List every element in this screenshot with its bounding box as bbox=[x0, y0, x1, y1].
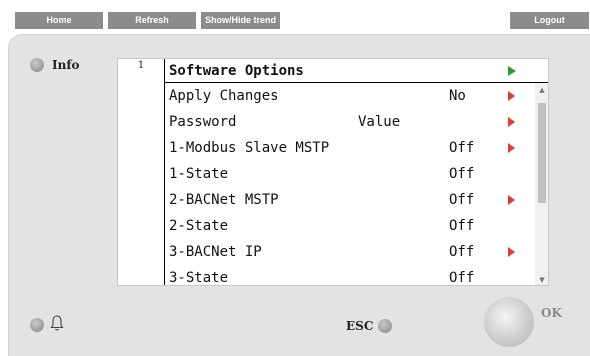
refresh-button[interactable]: Refresh bbox=[108, 12, 196, 29]
esc-label: ESC bbox=[346, 319, 374, 333]
list-item: 1-State Off bbox=[165, 161, 535, 187]
row-label: 3-State bbox=[169, 270, 229, 286]
alarm-led[interactable] bbox=[30, 318, 44, 332]
row-value: Off bbox=[449, 244, 475, 260]
row-label: 1-State bbox=[169, 166, 229, 182]
play-right-icon[interactable] bbox=[508, 91, 515, 101]
list-item[interactable]: Password Value bbox=[165, 109, 535, 135]
top-toolbar: Home Refresh Show/Hide trend Logout bbox=[0, 0, 590, 30]
play-right-icon[interactable] bbox=[508, 117, 515, 127]
row-value: Value bbox=[358, 114, 401, 130]
row-value: Off bbox=[449, 270, 475, 286]
scroll-up-icon[interactable]: ▲ bbox=[535, 85, 548, 95]
play-right-icon[interactable] bbox=[508, 143, 515, 153]
info-led[interactable] bbox=[30, 58, 44, 72]
home-button[interactable]: Home bbox=[15, 12, 103, 29]
play-right-icon[interactable] bbox=[508, 247, 515, 257]
row-value: Off bbox=[449, 140, 475, 156]
row-value: Off bbox=[449, 192, 475, 208]
page-number-column: 1 bbox=[118, 59, 165, 285]
screen-title: Software Options bbox=[169, 63, 304, 79]
list-item: 2-State Off bbox=[165, 213, 535, 239]
row-value: No bbox=[449, 88, 466, 104]
list-item[interactable]: 1-Modbus Slave MSTP Off bbox=[165, 135, 535, 161]
row-label: 2-State bbox=[169, 218, 229, 234]
bell-icon[interactable] bbox=[50, 314, 64, 332]
logout-button[interactable]: Logout bbox=[510, 12, 589, 29]
row-value: Off bbox=[449, 218, 475, 234]
page-number: 1 bbox=[137, 60, 145, 71]
list-item: 3-State Off bbox=[165, 265, 535, 286]
scrollbar-thumb[interactable] bbox=[538, 103, 546, 203]
row-label: 1-Modbus Slave MSTP bbox=[169, 140, 330, 156]
row-label: Apply Changes bbox=[169, 88, 279, 104]
row-label: Password bbox=[169, 114, 237, 130]
display-screen: 1 Software Options Apply Changes No Pass… bbox=[117, 58, 549, 286]
show-hide-trend-button[interactable]: Show/Hide trend bbox=[201, 12, 280, 29]
row-label: 3-BACNet IP bbox=[169, 244, 262, 260]
row-label: 2-BACNet MSTP bbox=[169, 192, 279, 208]
scrollbar[interactable]: ▲ ▼ bbox=[535, 83, 548, 285]
play-right-icon[interactable] bbox=[508, 195, 515, 205]
scroll-down-icon[interactable]: ▼ bbox=[535, 275, 548, 285]
list-item[interactable]: 2-BACNet MSTP Off bbox=[165, 187, 535, 213]
list-item[interactable]: Apply Changes No bbox=[165, 83, 535, 109]
info-label: Info bbox=[52, 58, 80, 72]
list-item[interactable]: 3-BACNet IP Off bbox=[165, 239, 535, 265]
play-right-icon[interactable] bbox=[508, 66, 516, 76]
ok-knob[interactable] bbox=[484, 297, 534, 347]
esc-button[interactable] bbox=[378, 319, 392, 333]
screen-header: Software Options bbox=[165, 59, 548, 83]
row-value: Off bbox=[449, 166, 475, 182]
ok-label: OK bbox=[541, 306, 562, 320]
